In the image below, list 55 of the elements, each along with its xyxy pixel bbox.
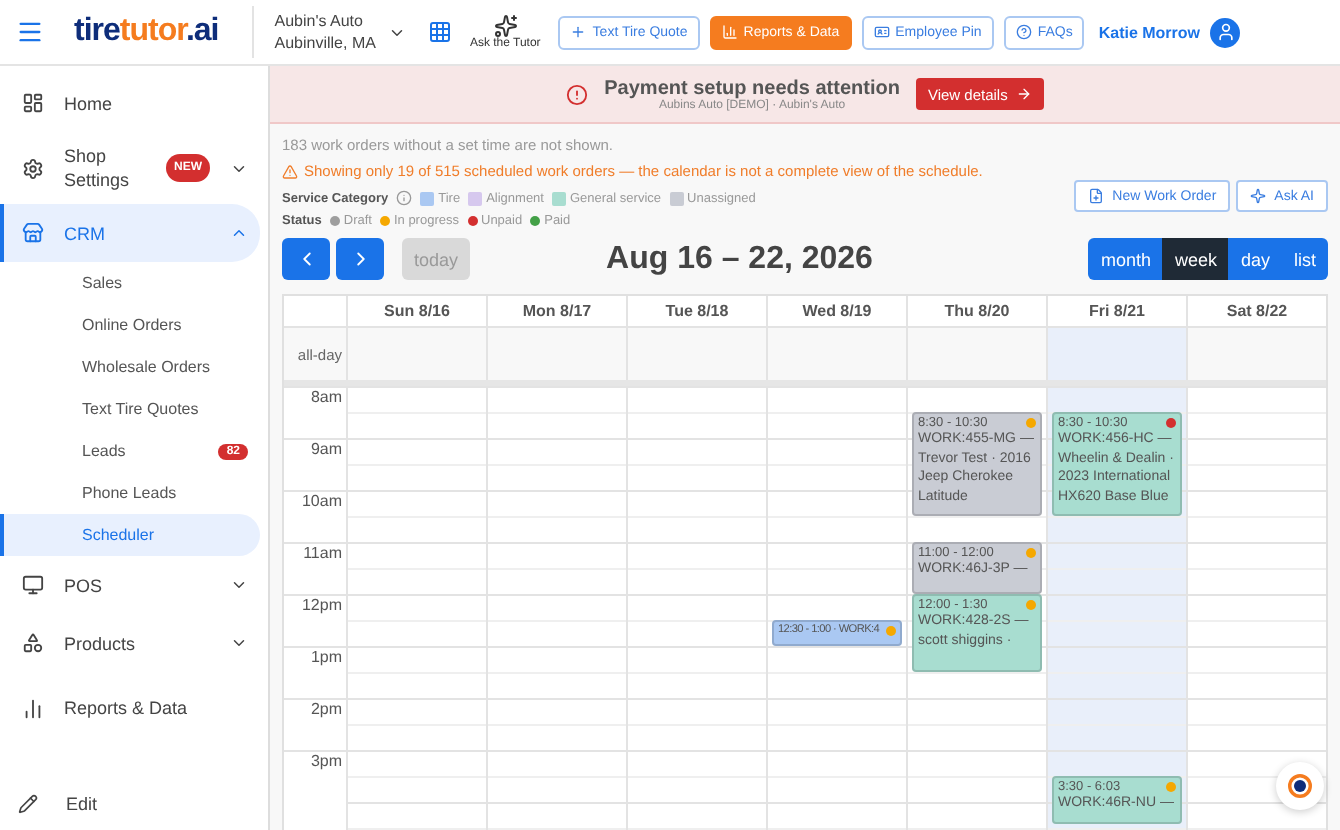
banner-title: Payment setup needs attention xyxy=(604,77,900,99)
user-name[interactable]: Katie Morrow xyxy=(1098,23,1201,41)
next-button[interactable] xyxy=(336,238,384,280)
sparkle-icon xyxy=(1250,188,1267,204)
avatar-icon[interactable] xyxy=(1210,17,1241,47)
previous-button[interactable] xyxy=(282,238,330,280)
logo: tiretutor.ai xyxy=(74,14,219,50)
store-icon xyxy=(22,222,44,244)
apps-grid-icon[interactable] xyxy=(427,20,452,44)
hour-label: 1pm xyxy=(284,646,346,698)
view-tab[interactable]: month xyxy=(1088,238,1163,280)
info-icon xyxy=(396,190,413,206)
arrow-right-icon xyxy=(1015,86,1032,102)
hour-label: 8am xyxy=(284,386,346,438)
date-range-title: Aug 16 – 22, 2026 xyxy=(606,241,873,277)
hour-label: 11am xyxy=(284,542,346,594)
submenu-item[interactable]: Wholesale Orders xyxy=(0,346,260,388)
chevron-down-icon xyxy=(230,634,248,652)
hour-label: 9am xyxy=(284,438,346,490)
tire-logo-icon xyxy=(1288,772,1312,800)
hour-label: 3pm xyxy=(284,750,346,802)
submenu-item[interactable]: Text Tire Quotes xyxy=(0,388,260,430)
help-icon xyxy=(1015,24,1032,40)
submenu-item[interactable]: Scheduler xyxy=(0,514,260,556)
plus-icon xyxy=(570,24,587,40)
submenu-item[interactable]: Phone Leads xyxy=(0,472,260,514)
bar-chart-icon xyxy=(22,697,44,719)
view-tab[interactable]: day xyxy=(1228,238,1282,280)
hour-label: 10am xyxy=(284,490,346,542)
monitor-icon xyxy=(22,574,44,596)
submenu-item[interactable]: Sales xyxy=(0,262,260,304)
id-card-icon xyxy=(873,24,890,40)
sidebar-item[interactable]: Products xyxy=(0,614,260,672)
bar-chart-icon xyxy=(721,24,738,40)
sidebar-item[interactable]: Home xyxy=(0,74,260,132)
chevron-down-icon xyxy=(230,576,248,594)
pencil-icon xyxy=(18,794,38,814)
sparkles-icon xyxy=(493,14,518,38)
menu-icon[interactable] xyxy=(16,18,44,46)
hour-label: 12pm xyxy=(284,594,346,646)
view-tab[interactable]: week xyxy=(1162,238,1229,280)
file-plus-icon xyxy=(1088,188,1105,204)
sidebar-item[interactable]: Reports & Data xyxy=(0,672,260,744)
chevron-up-icon xyxy=(230,224,248,242)
settings-icon xyxy=(22,157,44,179)
sidebar-item[interactable]: POS xyxy=(0,556,260,614)
sidebar-item[interactable]: CRM xyxy=(0,204,260,262)
view-tab[interactable]: list xyxy=(1282,238,1328,280)
shapes-icon xyxy=(22,632,44,654)
dashboard-icon xyxy=(22,92,44,114)
alert-icon xyxy=(566,83,589,105)
warning-icon xyxy=(282,163,298,179)
hour-label: 2pm xyxy=(284,698,346,750)
shop-name[interactable]: Aubin's Auto Aubinville, MA xyxy=(274,10,376,54)
submenu-item[interactable]: Online Orders xyxy=(0,304,260,346)
